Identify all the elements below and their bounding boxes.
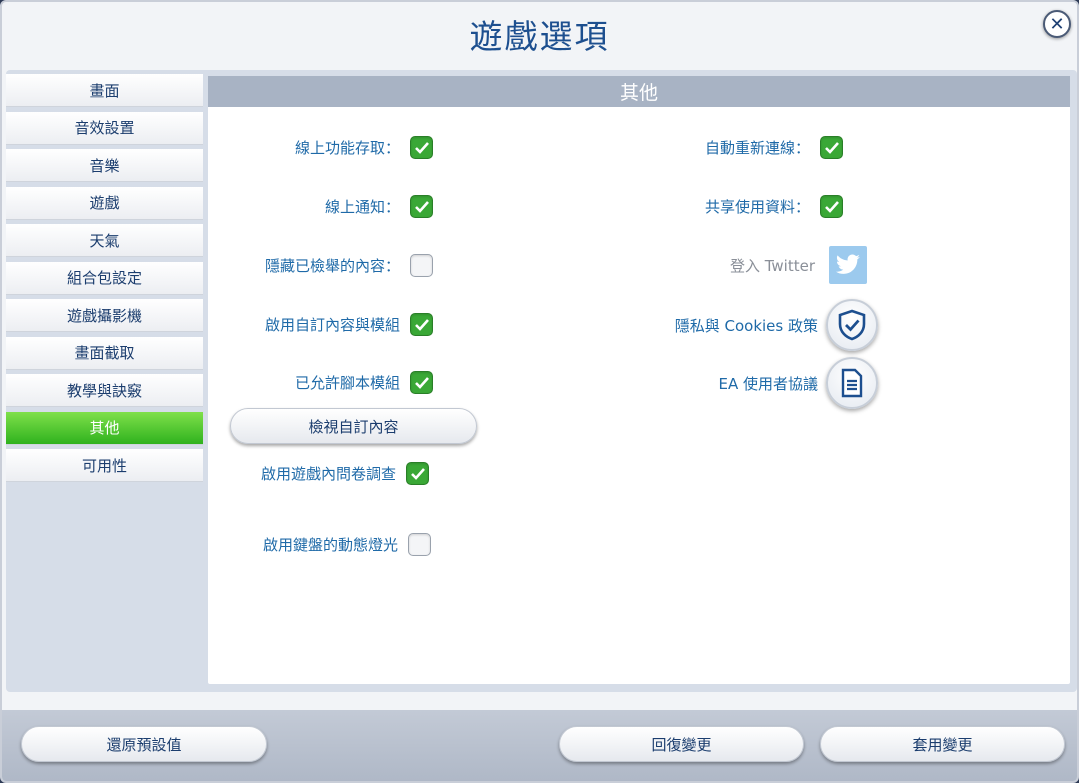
option-label: 隱藏已檢舉的內容：	[264, 257, 400, 275]
option-label: 自動重新連線：	[704, 139, 810, 157]
document-icon[interactable]	[826, 357, 878, 409]
sidebar-item-music[interactable]: 音樂	[6, 149, 203, 182]
sidebar-item-accessibility[interactable]: 可用性	[6, 449, 203, 482]
twitter-login-label: 登入 Twitter	[729, 256, 815, 275]
twitter-icon[interactable]	[829, 246, 867, 284]
sidebar-item-display[interactable]: 畫面	[6, 74, 203, 107]
hide-reported-checkbox[interactable]	[410, 254, 433, 277]
script-mods-checkbox[interactable]	[410, 371, 433, 394]
sidebar-item-tutorial[interactable]: 教學與訣竅	[6, 374, 203, 407]
restore-defaults-button[interactable]: 還原預設值	[21, 726, 267, 762]
dialog-title: 遊戲選項	[469, 17, 610, 56]
checkmark-icon	[824, 141, 839, 154]
checkmark-icon	[824, 200, 839, 213]
option-script-mods: 已允許腳本模組	[248, 371, 433, 394]
view-custom-content-button[interactable]: 檢視自訂內容	[230, 408, 477, 444]
eula-link[interactable]: EA 使用者協議	[648, 357, 878, 409]
sidebar-item-gameplay[interactable]: 遊戲	[6, 186, 203, 220]
online-access-checkbox[interactable]	[410, 136, 433, 159]
share-usage-checkbox[interactable]	[820, 195, 843, 218]
options-content: 其他 線上功能存取： 線上通知： 隱藏已檢舉的內容： 啟用自訂內容與模組 已允許…	[208, 76, 1070, 684]
option-label: 啟用自訂內容與模組	[264, 316, 400, 334]
revert-changes-button[interactable]: 回復變更	[559, 726, 804, 762]
sidebar-item-other[interactable]: 其他	[6, 411, 203, 445]
option-custom-content: 啟用自訂內容與模組	[248, 313, 433, 336]
option-label: 啟用鍵盤的動態燈光	[262, 536, 398, 554]
surveys-checkbox[interactable]	[406, 462, 429, 485]
privacy-policy-link[interactable]: 隱私與 Cookies 政策	[648, 299, 878, 351]
sidebar-item-pack-settings[interactable]: 組合包設定	[6, 261, 203, 295]
checkmark-icon	[414, 318, 429, 331]
twitter-login[interactable]: 登入 Twitter	[648, 246, 867, 284]
option-online-notifications: 線上通知：	[248, 195, 433, 218]
checkmark-icon	[414, 376, 429, 389]
section-title: 其他	[208, 76, 1070, 107]
sidebar-item-capture[interactable]: 畫面截取	[6, 336, 203, 370]
privacy-policy-label: 隱私與 Cookies 政策	[674, 316, 818, 335]
custom-content-checkbox[interactable]	[410, 313, 433, 336]
option-auto-reconnect: 自動重新連線：	[648, 136, 843, 159]
option-label: 線上通知：	[324, 198, 400, 216]
option-surveys: 啟用遊戲內問卷調查	[238, 462, 429, 485]
game-options-dialog: 遊戲選項 ✕ 畫面 音效設置 音樂 遊戲 天氣 組合包設定 遊戲攝影機 畫面截取…	[0, 0, 1079, 783]
option-label: 已允許腳本模組	[294, 374, 400, 392]
apply-changes-button[interactable]: 套用變更	[820, 726, 1065, 762]
option-keyboard-lighting: 啟用鍵盤的動態燈光	[238, 533, 431, 556]
option-share-usage: 共享使用資料：	[648, 195, 843, 218]
checkmark-icon	[414, 200, 429, 213]
checkmark-icon	[410, 467, 425, 480]
keyboard-lighting-checkbox[interactable]	[408, 533, 431, 556]
eula-label: EA 使用者協議	[718, 374, 818, 393]
close-icon[interactable]: ✕	[1043, 10, 1071, 38]
sidebar: 畫面 音效設置 音樂 遊戲 天氣 組合包設定 遊戲攝影機 畫面截取 教學與訣竅 …	[6, 74, 203, 487]
option-label: 啟用遊戲內問卷調查	[260, 465, 396, 483]
option-hide-reported: 隱藏已檢舉的內容：	[248, 254, 433, 277]
sidebar-item-audio[interactable]: 音效設置	[6, 111, 203, 145]
shield-check-icon[interactable]	[826, 299, 878, 351]
online-notifications-checkbox[interactable]	[410, 195, 433, 218]
option-label: 線上功能存取：	[294, 139, 400, 157]
sidebar-item-weather[interactable]: 天氣	[6, 224, 203, 257]
checkmark-icon	[414, 141, 429, 154]
auto-reconnect-checkbox[interactable]	[820, 136, 843, 159]
sidebar-item-camera[interactable]: 遊戲攝影機	[6, 299, 203, 332]
option-online-access: 線上功能存取：	[248, 136, 433, 159]
option-label: 共享使用資料：	[704, 198, 810, 216]
